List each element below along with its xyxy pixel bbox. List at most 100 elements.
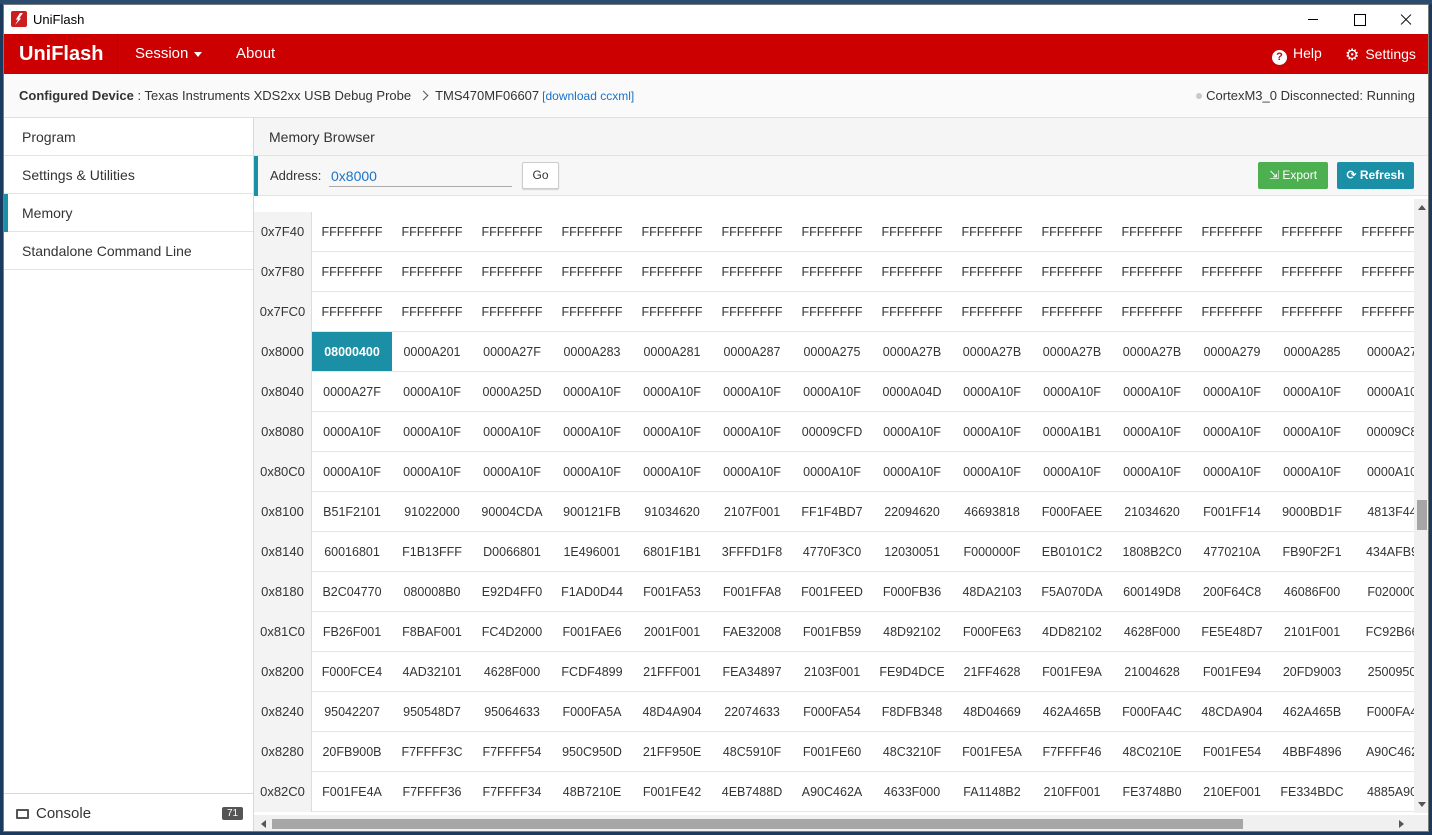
memory-cell[interactable]: 60016801 <box>312 532 392 572</box>
memory-cell[interactable]: 0000A10F <box>1112 412 1192 452</box>
memory-cell[interactable]: 1E496001 <box>552 532 632 572</box>
memory-cell[interactable]: 1808B2C0 <box>1112 532 1192 572</box>
memory-cell[interactable]: F7FFFF36 <box>392 772 472 812</box>
memory-cell[interactable]: 95064633 <box>472 692 552 732</box>
memory-cell[interactable]: B2C04770 <box>312 572 392 612</box>
memory-cell[interactable]: A90C462A <box>792 772 872 812</box>
sidebar-item-program[interactable]: Program <box>4 118 253 156</box>
memory-cell[interactable]: 462A465B <box>1032 692 1112 732</box>
memory-cell[interactable]: 21034620 <box>1112 492 1192 532</box>
memory-cell[interactable]: 0000A285 <box>1272 332 1352 372</box>
memory-cell[interactable]: FFFFFFFF <box>1032 212 1112 252</box>
memory-cell[interactable]: F7FFFF3C <box>392 732 472 772</box>
memory-cell[interactable]: 12030051 <box>872 532 952 572</box>
scroll-down-icon[interactable] <box>1418 802 1426 807</box>
sidebar-item-memory[interactable]: Memory <box>4 194 253 232</box>
memory-cell[interactable]: FFFFFFFF <box>1112 292 1192 332</box>
refresh-button[interactable]: ⟳ Refresh <box>1337 162 1414 189</box>
export-button[interactable]: ⇲ Export <box>1258 162 1328 189</box>
address-input[interactable] <box>329 165 512 187</box>
memory-cell[interactable]: 0000A27B <box>872 332 952 372</box>
memory-cell[interactable]: 21FF4628 <box>952 652 1032 692</box>
help-link[interactable]: ? Help <box>1272 45 1322 65</box>
memory-cell[interactable]: 0000A287 <box>712 332 792 372</box>
memory-cell[interactable]: 0000A25D <box>472 372 552 412</box>
memory-cell[interactable]: 20FD9003 <box>1272 652 1352 692</box>
memory-cell[interactable]: 0000A10F <box>1192 412 1272 452</box>
memory-cell[interactable]: FFFFFFFF <box>472 292 552 332</box>
memory-cell[interactable]: 0000A10F <box>552 372 632 412</box>
memory-cell[interactable]: FE5E48D7 <box>1192 612 1272 652</box>
memory-cell[interactable]: 0000A10F <box>552 452 632 492</box>
memory-cell[interactable]: FFFFFFFF <box>792 252 872 292</box>
memory-cell[interactable]: FFFFFFFF <box>1272 212 1352 252</box>
memory-cell[interactable]: 48B7210E <box>552 772 632 812</box>
memory-cell[interactable]: FFFFFFFF <box>952 292 1032 332</box>
memory-cell[interactable]: 0000A10 <box>1352 452 1414 492</box>
memory-cell[interactable]: FFFFFFFF <box>1352 212 1414 252</box>
memory-cell[interactable]: FFFFFFFF <box>392 252 472 292</box>
memory-cell[interactable]: 91022000 <box>392 492 472 532</box>
memory-cell[interactable]: 0000A279 <box>1192 332 1272 372</box>
memory-cell[interactable]: 4885A90 <box>1352 772 1414 812</box>
memory-cell[interactable]: 0000A10F <box>792 372 872 412</box>
memory-cell[interactable]: 4AD32101 <box>392 652 472 692</box>
memory-cell[interactable]: 21004628 <box>1112 652 1192 692</box>
memory-cell[interactable]: FFFFFFFF <box>632 212 712 252</box>
memory-cell[interactable]: F1B13FFF <box>392 532 472 572</box>
memory-cell[interactable]: 0000A10F <box>472 452 552 492</box>
memory-cell[interactable]: FFFFFFFF <box>952 212 1032 252</box>
memory-cell[interactable]: 0000A10F <box>1112 372 1192 412</box>
memory-cell[interactable]: 0000A27F <box>312 372 392 412</box>
memory-cell[interactable]: FFFFFFFF <box>312 292 392 332</box>
memory-cell[interactable]: 600149D8 <box>1112 572 1192 612</box>
memory-cell[interactable]: F000FCE4 <box>312 652 392 692</box>
memory-cell[interactable]: 0000A10F <box>952 372 1032 412</box>
memory-cell[interactable]: FFFFFFFF <box>1112 252 1192 292</box>
memory-cell[interactable]: F020000 <box>1352 572 1414 612</box>
memory-cell[interactable]: F000FA54 <box>792 692 872 732</box>
memory-cell[interactable]: FFFFFFFF <box>1272 292 1352 332</box>
memory-cell[interactable]: FC4D2000 <box>472 612 552 652</box>
memory-cell[interactable]: 48C3210F <box>872 732 952 772</box>
memory-cell[interactable]: 0000A10F <box>1032 452 1112 492</box>
memory-cell[interactable]: FFFFFFFF <box>1352 252 1414 292</box>
scroll-left-icon[interactable] <box>261 820 266 828</box>
memory-cell[interactable]: FE334BDC <box>1272 772 1352 812</box>
memory-cell[interactable]: 48D4A904 <box>632 692 712 732</box>
memory-cell[interactable]: 0000A10F <box>712 372 792 412</box>
memory-cell[interactable]: F001FF14 <box>1192 492 1272 532</box>
memory-cell[interactable]: 22074633 <box>712 692 792 732</box>
memory-cell[interactable]: 0000A10F <box>312 452 392 492</box>
memory-cell[interactable]: 0000A10F <box>792 452 872 492</box>
download-ccxml-link[interactable]: [download ccxml] <box>542 89 634 103</box>
memory-cell[interactable]: F001FE9A <box>1032 652 1112 692</box>
memory-cell[interactable]: FFFFFFFF <box>872 292 952 332</box>
memory-cell[interactable]: 200F64C8 <box>1192 572 1272 612</box>
memory-cell[interactable]: 4770F3C0 <box>792 532 872 572</box>
memory-cell[interactable]: 080008B0 <box>392 572 472 612</box>
memory-cell[interactable]: 46086F00 <box>1272 572 1352 612</box>
memory-cell[interactable]: D0066801 <box>472 532 552 572</box>
memory-cell[interactable]: FA1148B2 <box>952 772 1032 812</box>
memory-cell[interactable]: 0000A10F <box>632 412 712 452</box>
memory-cell[interactable]: 900121FB <box>552 492 632 532</box>
memory-cell[interactable]: 0000A281 <box>632 332 712 372</box>
memory-cell[interactable]: FB90F2F1 <box>1272 532 1352 572</box>
memory-cell[interactable]: FC92B66 <box>1352 612 1414 652</box>
memory-cell[interactable]: 0000A10F <box>1192 372 1272 412</box>
memory-cell[interactable]: 462A465B <box>1272 692 1352 732</box>
memory-cell[interactable]: FFFFFFFF <box>392 292 472 332</box>
memory-cell[interactable]: F001FAE6 <box>552 612 632 652</box>
memory-cell[interactable]: 0000A10F <box>952 452 1032 492</box>
memory-cell[interactable]: 0000A04D <box>872 372 952 412</box>
memory-cell[interactable]: 48C5910F <box>712 732 792 772</box>
memory-cell[interactable]: 6801F1B1 <box>632 532 712 572</box>
brand-title[interactable]: UniFlash <box>19 43 103 66</box>
memory-cell[interactable]: F000FB36 <box>872 572 952 612</box>
memory-cell[interactable]: 0000A10F <box>392 372 472 412</box>
memory-cell[interactable]: F001FE60 <box>792 732 872 772</box>
sidebar-item-settings-utilities[interactable]: Settings & Utilities <box>4 156 253 194</box>
memory-cell[interactable]: 91034620 <box>632 492 712 532</box>
memory-cell[interactable]: 0000A27 <box>1352 332 1414 372</box>
